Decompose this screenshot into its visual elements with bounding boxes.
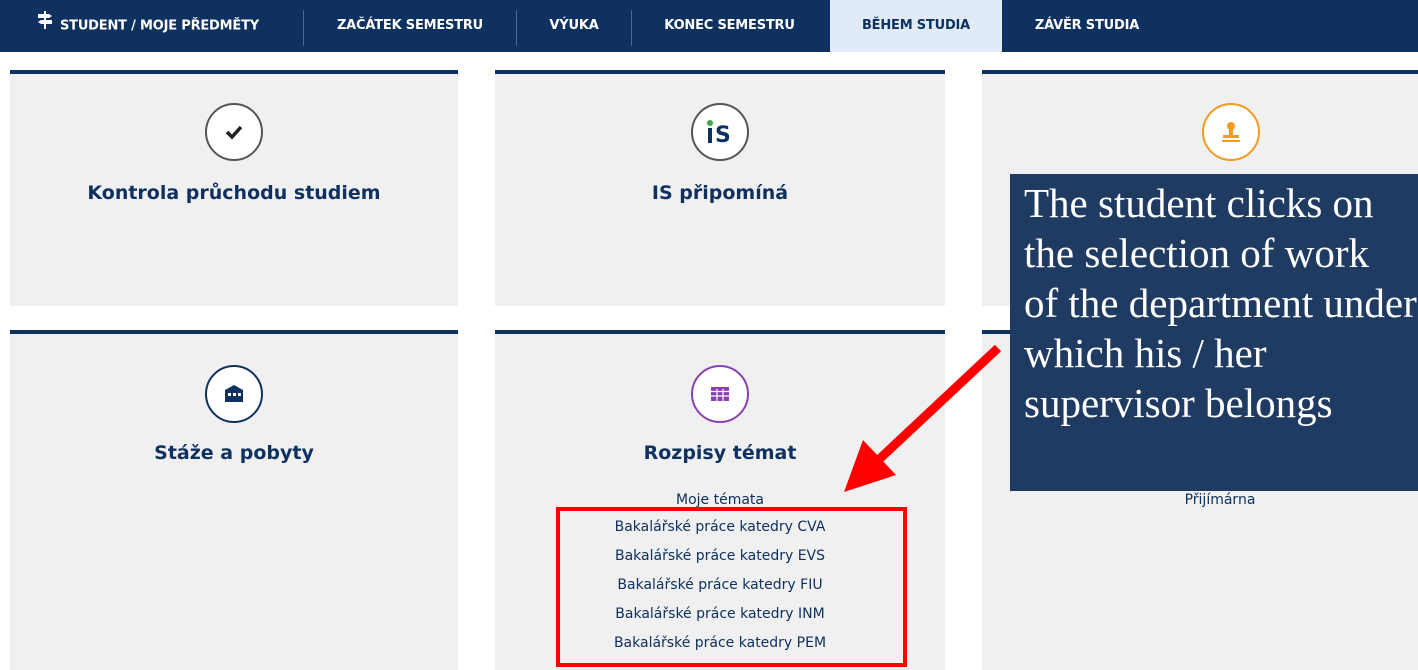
tab-label: KONEC SEMESTRU [664, 18, 795, 33]
tab-vyuka[interactable]: VÝUKA [518, 0, 630, 52]
card-top-rule [495, 70, 945, 74]
tab-label: STUDENT / MOJE PŘEDMĚTY [60, 18, 259, 34]
tab-label: VÝUKA [549, 18, 599, 33]
card-top-rule [10, 70, 458, 74]
callout-line: the selection of work [1024, 230, 1369, 276]
callout-line: The student clicks on [1024, 180, 1374, 226]
stamp-icon [1202, 103, 1260, 161]
highlight-box [556, 507, 907, 667]
card-title: Stáže a pobyty [154, 442, 314, 464]
card-title: IS připomíná [651, 182, 789, 204]
is-logo-icon: S [691, 103, 749, 161]
arrow-icon [844, 344, 1002, 492]
table-icon [691, 365, 749, 423]
tab-label: ZÁVĚR STUDIA [1034, 18, 1140, 33]
card-internships[interactable]: Stáže a pobyty [10, 330, 458, 670]
top-navigation-bar: STUDENT / MOJE PŘEDMĚTY ZAČÁTEK SEMESTRU… [0, 0, 1418, 52]
card-top-rule [495, 330, 945, 334]
card-study-check[interactable]: Kontrola průchodu studiem [10, 70, 458, 306]
card-title: Kontrola průchodu studiem [87, 182, 381, 204]
callout-line: of the department under [1024, 280, 1417, 326]
signpost-icon [38, 0, 52, 52]
tab-divider [631, 10, 632, 46]
card-is-reminds[interactable]: S IS připomíná [495, 70, 945, 306]
tab-divider [303, 10, 304, 46]
card-top-rule [982, 70, 1418, 74]
callout-text: The student clicks on the selection of w… [1024, 178, 1418, 428]
tab-zacatek-semestru[interactable]: ZAČÁTEK SEMESTRU [305, 0, 515, 52]
svg-text:S: S [715, 123, 731, 145]
tab-label: ZAČÁTEK SEMESTRU [336, 18, 484, 33]
building-icon [205, 365, 263, 423]
link-admissions[interactable]: Přijímárna [1002, 492, 1418, 508]
tab-zaver-studia[interactable]: ZÁVĚR STUDIA [1002, 0, 1172, 52]
card-top-rule [10, 330, 458, 334]
tab-behem-studia[interactable]: BĚHEM STUDIA [830, 0, 1002, 52]
tab-label: BĚHEM STUDIA [861, 18, 971, 33]
tab-student-moje-predmety[interactable]: STUDENT / MOJE PŘEDMĚTY [20, 0, 290, 52]
tab-konec-semestru[interactable]: KONEC SEMESTRU [633, 0, 826, 52]
callout-line: which his / her [1024, 330, 1267, 376]
checkmark-icon [205, 103, 263, 161]
annotation-callout: The student clicks on the selection of w… [1010, 174, 1418, 491]
callout-line: supervisor belongs [1024, 380, 1333, 426]
tab-divider [516, 10, 517, 46]
